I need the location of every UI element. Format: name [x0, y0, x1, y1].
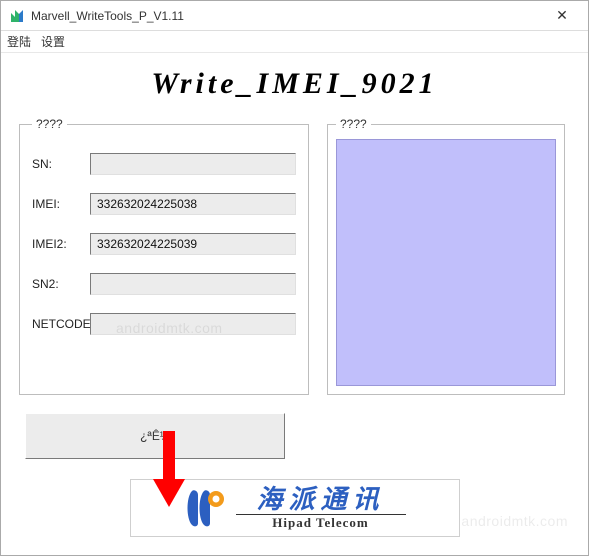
content-area: Write_IMEI_9021 ???? SN: IMEI: IMEI2:: [1, 53, 588, 545]
write-button-label: ¿ªÊ¼: [140, 429, 170, 443]
preview-panel: [336, 139, 556, 386]
window-title: Marvell_WriteTools_P_V1.11: [31, 9, 540, 23]
menubar: 登陆 设置: [1, 31, 588, 53]
sn-input[interactable]: [90, 153, 296, 175]
logo-text-cn: 海派通讯: [256, 486, 384, 515]
inputs-group: ???? SN: IMEI: IMEI2: SN2:: [19, 117, 309, 395]
hipad-logo-icon: [184, 487, 226, 529]
close-button[interactable]: ✕: [540, 2, 584, 30]
write-button[interactable]: ¿ªÊ¼: [25, 413, 285, 459]
label-sn2: SN2:: [32, 277, 84, 291]
sn2-input[interactable]: [90, 273, 296, 295]
label-imei2: IMEI2:: [32, 237, 84, 251]
watermark: androidmtk.com: [461, 513, 568, 529]
menu-login[interactable]: 登陆: [7, 33, 31, 50]
label-sn: SN:: [32, 157, 84, 171]
netcode-input[interactable]: [90, 313, 296, 335]
label-netcode: NETCODE: [32, 317, 84, 331]
titlebar: Marvell_WriteTools_P_V1.11 ✕: [1, 1, 588, 31]
close-icon: ✕: [556, 7, 568, 24]
preview-legend: ????: [336, 117, 371, 131]
imei2-input[interactable]: [90, 233, 296, 255]
row-sn2: SN2:: [32, 273, 296, 295]
page-title: Write_IMEI_9021: [19, 67, 570, 101]
row-imei2: IMEI2:: [32, 233, 296, 255]
imei-input[interactable]: [90, 193, 296, 215]
preview-group: ????: [327, 117, 565, 395]
menu-settings[interactable]: 设置: [41, 33, 65, 50]
inputs-legend: ????: [32, 117, 67, 131]
row-sn: SN:: [32, 153, 296, 175]
app-icon: [9, 8, 25, 24]
row-imei: IMEI:: [32, 193, 296, 215]
label-imei: IMEI:: [32, 197, 84, 211]
footer-logo: 海派通讯 Hipad Telecom: [130, 479, 460, 537]
logo-text-en: Hipad Telecom: [236, 514, 406, 530]
row-netcode: NETCODE: [32, 313, 296, 335]
